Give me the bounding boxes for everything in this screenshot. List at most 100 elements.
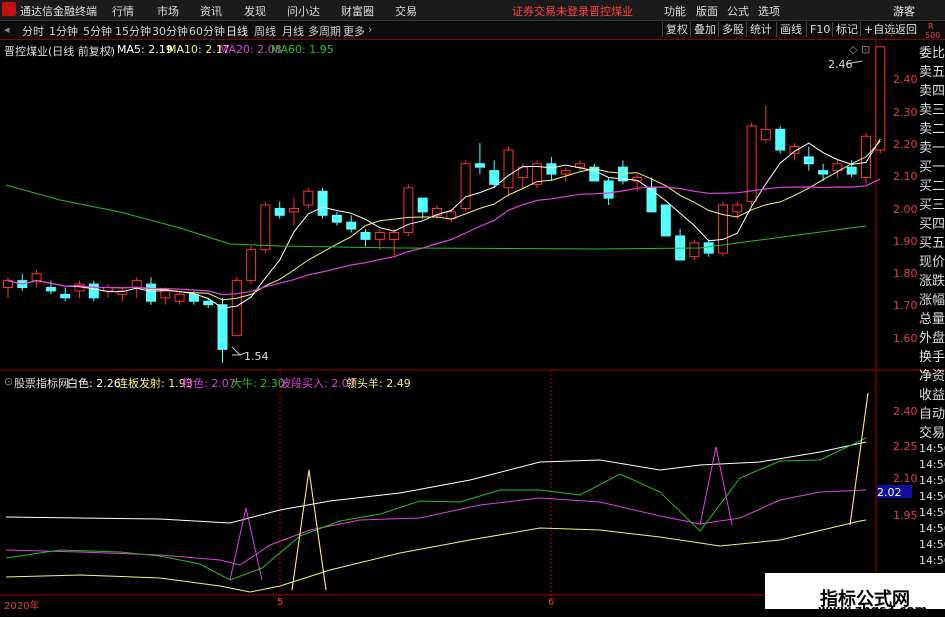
diamond-icon[interactable]: ◇ ⊡: [849, 43, 870, 56]
menu-item-options[interactable]: 选项: [758, 3, 780, 19]
tab-15min[interactable]: 15分钟: [115, 23, 151, 39]
tab-more[interactable]: 更多: [343, 23, 365, 39]
candle-body: [131, 280, 142, 288]
candle-body: [775, 128, 786, 151]
side-item: 收益: [919, 388, 945, 403]
menu-item-formula[interactable]: 公式: [727, 3, 749, 19]
time-item: 14:56: [919, 490, 945, 503]
time-item: 14:56: [919, 554, 945, 567]
f10-button[interactable]: F10: [806, 22, 833, 37]
menu-item-market[interactable]: 市场: [157, 3, 179, 19]
menu-item-ask[interactable]: 问小达: [287, 3, 320, 19]
menu-item-trade[interactable]: 交易: [395, 3, 417, 19]
menu-item-layout[interactable]: 版面: [696, 3, 718, 19]
indicator-options-icon[interactable]: ⊙: [4, 375, 13, 388]
side-item: 卖二: [919, 122, 945, 137]
tab-5min[interactable]: 5分钟: [83, 23, 112, 39]
side-500-label: 500: [925, 31, 941, 40]
menu-item-wealth[interactable]: 财富圈: [341, 3, 374, 19]
ind-pink-label: 粉色: 2.07: [182, 377, 236, 390]
back-button[interactable]: 返回: [891, 22, 920, 37]
tab-weekly[interactable]: 周线: [254, 23, 276, 39]
candle-body: [217, 304, 228, 350]
menu-item-quotes[interactable]: 行情: [112, 3, 134, 19]
candle-body: [503, 149, 514, 189]
side-item: 总量: [919, 312, 945, 327]
side-item: 卖一: [919, 141, 945, 156]
side-item: 卖三: [919, 103, 945, 118]
ind-daniu-label: 大牛: 2.30: [231, 377, 285, 390]
ind-current-value: 2.02: [877, 486, 902, 499]
side-times: 14:56 14:56 14:56 14:56 14:56 14:56 14:5…: [919, 441, 945, 569]
tab-1min[interactable]: 1分钟: [49, 23, 78, 39]
candle-body: [417, 197, 428, 213]
ind-ytick: 2.25: [893, 440, 918, 453]
side-item: 外盘: [919, 331, 945, 346]
candle-body: [274, 207, 285, 216]
xtick-jun: 6: [548, 597, 555, 608]
tab-monthly[interactable]: 月线: [282, 23, 304, 39]
candle-body: [575, 163, 585, 168]
overlay-button[interactable]: 叠加: [690, 22, 719, 37]
candle-body: [760, 128, 771, 141]
time-item: 14:56: [919, 522, 945, 535]
candle-body: [875, 46, 886, 151]
side-item: 卖四: [919, 84, 945, 99]
draw-line-button[interactable]: 画线: [776, 22, 805, 37]
tab-30min[interactable]: 30分钟: [152, 23, 188, 39]
candle-body: [732, 204, 743, 213]
fq-button[interactable]: 复权: [662, 22, 691, 37]
ind-ytick: 2.10: [893, 472, 918, 485]
stats-button[interactable]: 统计: [746, 22, 775, 37]
ind-spike-yellow: [291, 392, 869, 591]
candle-body: [603, 180, 614, 199]
side-item: 净资: [919, 369, 945, 384]
mark-button[interactable]: 标记: [832, 22, 861, 37]
low-label: 1.54: [244, 350, 269, 363]
candle-body: [303, 190, 314, 206]
ind-white-label: 白色: 2.26: [67, 377, 121, 390]
menu-item-discover[interactable]: 发现: [244, 3, 266, 19]
candle-body: [818, 170, 829, 175]
tab-intraday[interactable]: 分时: [22, 23, 44, 39]
options-icon[interactable]: ⊙: [104, 43, 113, 56]
candle-body: [346, 221, 357, 230]
tab-daily[interactable]: 日线: [226, 23, 248, 39]
time-item: 14:56: [919, 506, 945, 519]
candle-body: [560, 170, 571, 175]
candle-body: [331, 214, 342, 223]
trade-login-notice[interactable]: 证券交易未登录: [512, 3, 589, 19]
tab-60min[interactable]: 60分钟: [189, 23, 225, 39]
side-item: 涨跌: [919, 274, 945, 289]
candle-body: [203, 300, 214, 306]
side-item: 买一: [919, 160, 945, 175]
toolbar-arrow-icon[interactable]: ◂: [4, 23, 10, 36]
candle-body: [460, 163, 471, 209]
xtick-may: 5: [277, 597, 284, 608]
ytick: 1.60: [893, 332, 918, 345]
menu-item-news[interactable]: 资讯: [200, 3, 222, 19]
more-chevron-icon[interactable]: ›: [368, 23, 372, 36]
side-panel: 委比 卖五 卖四 卖三 卖二 卖一 买一 买二 买三 买四 买五 现价 涨跌 涨…: [919, 44, 945, 443]
candle-body: [846, 166, 857, 175]
watermark-url: www.zbgs3.com: [818, 603, 928, 617]
ytick: 2.20: [893, 138, 918, 151]
multi-stock-button[interactable]: 多股: [718, 22, 747, 37]
tab-multi-period[interactable]: 多周期: [308, 23, 341, 39]
ytick: 2.00: [893, 203, 918, 216]
side-item: 买五: [919, 236, 945, 251]
candle-body: [803, 156, 814, 165]
ind-buy-label: 波段买入: 2.07: [280, 377, 356, 390]
kline-chart[interactable]: [0, 40, 945, 609]
period-toolbar: ◂ 分时 1分钟 5分钟 15分钟 30分钟 60分钟 日线 周线 月线 多周期…: [0, 21, 945, 40]
menu-item-function[interactable]: 功能: [664, 3, 686, 19]
side-item[interactable]: 自动: [919, 405, 945, 424]
candle-body: [489, 170, 500, 185]
indicator-name: 股票指标网: [14, 377, 69, 390]
ytick: 2.10: [893, 170, 918, 183]
ytick: 2.30: [893, 106, 918, 119]
candle-body: [389, 232, 400, 240]
user-label[interactable]: 游客: [893, 3, 915, 19]
time-item: 14:56: [919, 442, 945, 455]
candle-body: [246, 249, 257, 282]
